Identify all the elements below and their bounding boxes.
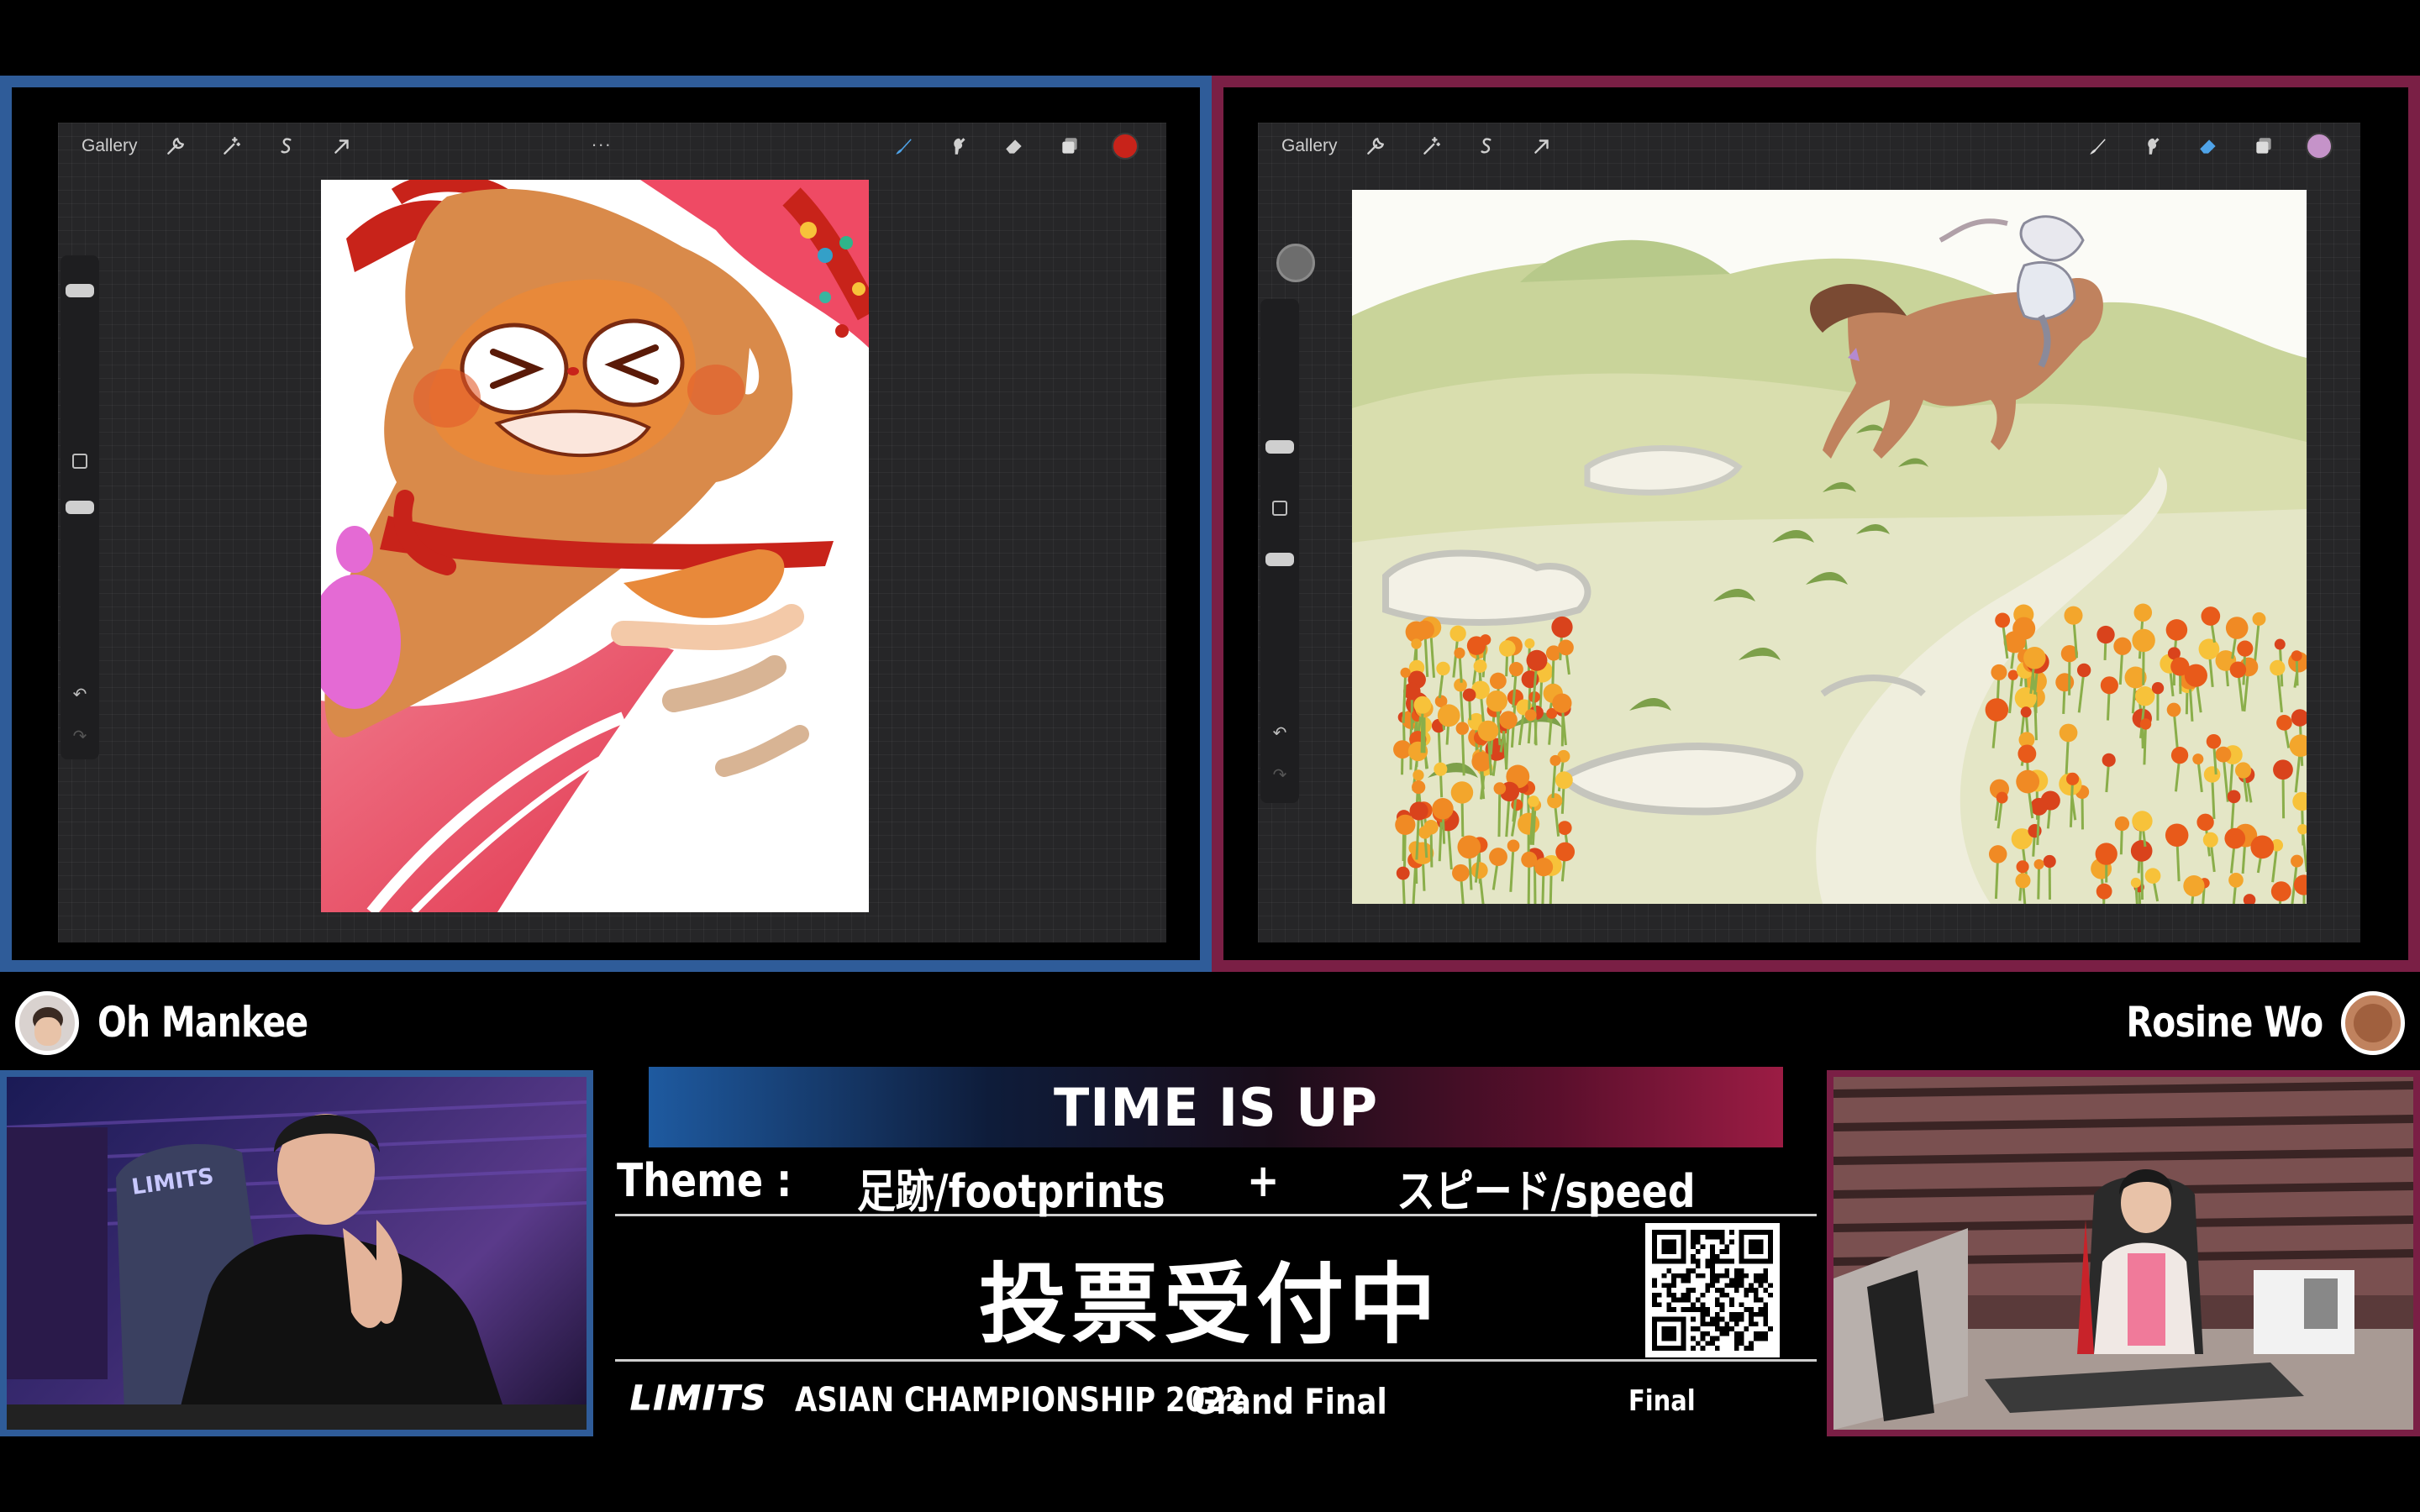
left-player-avatar (15, 991, 79, 1055)
selection-icon[interactable] (1459, 123, 1514, 170)
procreate-toolbar: Gallery (58, 123, 1166, 170)
event-footer: LIMITS ASIAN CHAMPIONSHIP 2022 Grand Fin… (629, 1373, 1807, 1423)
magic-wand-icon[interactable] (1403, 123, 1459, 170)
right-player-webcam (1827, 1070, 2420, 1436)
right-player-screen: Gallery ↶ ↷ (1212, 76, 2420, 972)
right-player-name: Rosine Wo (2125, 998, 2323, 1047)
round-label: Grand Final (1192, 1381, 1387, 1422)
artwork-horse-meadow (1352, 215, 2307, 904)
left-player-webcam: LIMITS (0, 1070, 593, 1436)
eraser-icon[interactable] (2181, 123, 2236, 170)
theme-speed: スピード/speed (1397, 1165, 1696, 1218)
redo-icon[interactable]: ↷ (69, 726, 91, 746)
undo-icon[interactable]: ↶ (69, 684, 91, 704)
gallery-button[interactable]: Gallery (71, 131, 148, 161)
voting-qr-code[interactable] (1645, 1223, 1780, 1357)
stage-label: Final (1628, 1384, 1696, 1418)
redo-icon[interactable]: ↷ (1269, 764, 1291, 785)
wrench-icon[interactable] (148, 123, 203, 170)
left-player-name: Oh Mankee (97, 998, 308, 1047)
more-menu-icon[interactable]: ... (592, 129, 612, 151)
eyedropper-square-icon[interactable] (1272, 501, 1287, 516)
transform-arrow-icon[interactable] (314, 123, 370, 170)
theme-footprints: 足跡/footprints (857, 1165, 1165, 1218)
championship-title: ASIAN CHAMPIONSHIP 2022 (795, 1381, 1245, 1420)
drawing-canvas-right[interactable] (1352, 190, 2307, 904)
selection-icon[interactable] (259, 123, 314, 170)
brush-size-slider[interactable] (66, 284, 94, 297)
undo-icon[interactable]: ↶ (1269, 722, 1291, 743)
eyedropper-square-icon[interactable] (72, 454, 87, 469)
voting-open-text: 投票受付中 (978, 1253, 1441, 1356)
procreate-app-left: Gallery ... ↶ ↷ (58, 123, 1166, 942)
procreate-toolbar: Gallery (1258, 123, 2360, 170)
layers-icon[interactable] (1042, 123, 1097, 170)
theme-plus: + (1247, 1154, 1280, 1207)
theme-row: Theme : 足跡/footprints + スピード/speed (615, 1151, 1817, 1218)
status-banner: TIME IS UP (649, 1067, 1783, 1147)
opacity-slider[interactable] (66, 501, 94, 514)
brush-size-slider[interactable] (1265, 440, 1294, 454)
brush-preview-circle (1276, 244, 1315, 282)
left-player-screen: Gallery ... ↶ ↷ (0, 76, 1212, 972)
opacity-slider[interactable] (1265, 553, 1294, 566)
smudge-icon[interactable] (931, 123, 986, 170)
theme-label: Theme : (617, 1154, 792, 1207)
procreate-app-right: Gallery ↶ ↷ (1258, 123, 2360, 942)
time-is-up-text: TIME IS UP (1053, 1076, 1379, 1138)
brush-sidebar: ↶ ↷ (60, 255, 99, 759)
footer-divider (615, 1359, 1817, 1362)
artwork-cat (321, 180, 869, 912)
magic-wand-icon[interactable] (203, 123, 259, 170)
smudge-icon[interactable] (2125, 123, 2181, 170)
limits-logo: LIMITS (629, 1379, 768, 1419)
brush-icon[interactable] (2070, 123, 2125, 170)
transform-arrow-icon[interactable] (1514, 123, 1570, 170)
brush-icon[interactable] (876, 123, 931, 170)
active-color-swatch (2306, 133, 2333, 160)
drawing-canvas-left[interactable] (321, 180, 869, 912)
wrench-icon[interactable] (1348, 123, 1403, 170)
right-player-avatar (2341, 991, 2405, 1055)
gallery-button[interactable]: Gallery (1271, 131, 1348, 161)
brush-sidebar: ↶ ↷ (1260, 299, 1299, 803)
color-picker-button[interactable] (2291, 123, 2347, 170)
color-picker-button[interactable] (1097, 123, 1153, 170)
active-color-swatch (1112, 133, 1139, 160)
layers-icon[interactable] (2236, 123, 2291, 170)
eraser-icon[interactable] (986, 123, 1042, 170)
